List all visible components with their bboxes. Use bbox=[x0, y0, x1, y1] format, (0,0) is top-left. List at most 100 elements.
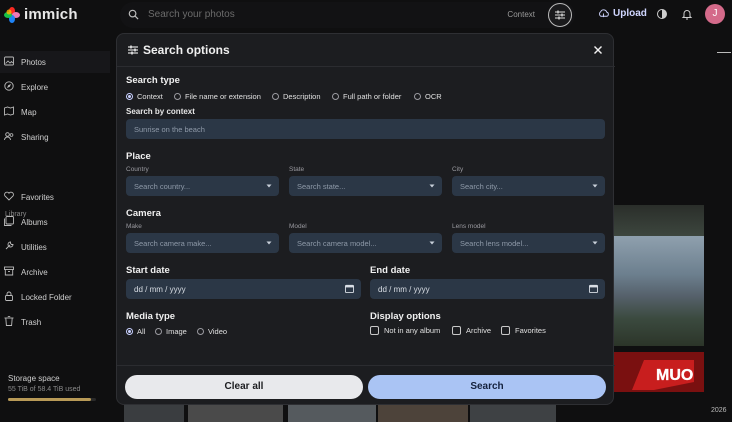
radio-ocr[interactable]: OCR bbox=[414, 92, 442, 101]
archive-icon bbox=[4, 266, 14, 276]
radio-button[interactable] bbox=[155, 328, 162, 335]
radio-media-all[interactable]: All bbox=[126, 327, 145, 336]
app-logo[interactable]: immich bbox=[4, 6, 78, 23]
radio-button[interactable] bbox=[197, 328, 204, 335]
radio-full-path[interactable]: Full path or folder bbox=[332, 92, 401, 101]
radio-button[interactable] bbox=[126, 328, 133, 335]
theme-toggle-icon[interactable] bbox=[656, 8, 668, 20]
radio-label: Image bbox=[166, 327, 187, 336]
bell-icon[interactable] bbox=[681, 8, 693, 20]
country-placeholder: Search country... bbox=[134, 182, 191, 191]
radio-media-image[interactable]: Image bbox=[155, 327, 187, 336]
search-input[interactable]: Search your photos bbox=[148, 9, 235, 20]
state-select[interactable]: Search state... bbox=[289, 176, 442, 196]
place-title: Place bbox=[126, 151, 151, 162]
sidebar-item-label: Explore bbox=[21, 83, 49, 92]
scrollbar-marker[interactable] bbox=[717, 52, 731, 53]
checkbox[interactable] bbox=[452, 326, 461, 335]
photo-bottom-5[interactable] bbox=[470, 405, 556, 422]
calendar-icon[interactable] bbox=[589, 284, 598, 293]
utilities-icon bbox=[5, 241, 14, 250]
state-placeholder: Search state... bbox=[297, 182, 346, 191]
checkbox-archive[interactable]: Archive bbox=[452, 326, 491, 335]
sidebar-item-label: Utilities bbox=[21, 243, 47, 252]
chevron-down-icon bbox=[592, 241, 598, 245]
checkbox[interactable] bbox=[501, 326, 510, 335]
photo-bottom-3[interactable] bbox=[288, 405, 376, 422]
lens-model-placeholder: Search lens model... bbox=[460, 239, 529, 248]
chevron-down-icon bbox=[429, 241, 435, 245]
camera-make-select[interactable]: Search camera make... bbox=[126, 233, 279, 253]
camera-model-select[interactable]: Search camera model... bbox=[289, 233, 442, 253]
start-date-input[interactable]: dd / mm / yyyy bbox=[126, 279, 361, 299]
camera-model-placeholder: Search camera model... bbox=[297, 239, 377, 248]
lens-model-select[interactable]: Search lens model... bbox=[452, 233, 605, 253]
photo-bottom-4[interactable] bbox=[378, 405, 468, 422]
camera-make-placeholder: Search camera make... bbox=[134, 239, 212, 248]
heart-icon bbox=[4, 191, 14, 201]
sidebar-item-locked-folder[interactable]: Locked Folder bbox=[0, 286, 110, 308]
clear-all-button[interactable]: Clear all bbox=[125, 375, 363, 399]
model-label: Model bbox=[289, 223, 307, 230]
checkbox[interactable] bbox=[370, 326, 379, 335]
search-icon[interactable] bbox=[128, 9, 139, 20]
upload-button[interactable]: Upload bbox=[598, 8, 647, 19]
sidebar-item-sharing[interactable]: Sharing bbox=[0, 126, 110, 148]
radio-description[interactable]: Description bbox=[272, 92, 321, 101]
checkbox-not-in-album[interactable]: Not in any album bbox=[370, 326, 440, 335]
photo-muo[interactable]: MUO bbox=[614, 352, 704, 392]
end-date-input[interactable]: dd / mm / yyyy bbox=[370, 279, 605, 299]
top-bar: immich Search your photos Context Upload… bbox=[0, 0, 732, 30]
radio-media-video[interactable]: Video bbox=[197, 327, 227, 336]
sidebar-item-trash[interactable]: Trash bbox=[0, 311, 110, 333]
radio-context[interactable]: Context bbox=[126, 92, 163, 101]
chevron-down-icon bbox=[266, 241, 272, 245]
checkbox-favorites[interactable]: Favorites bbox=[501, 326, 546, 335]
radio-button[interactable] bbox=[414, 93, 421, 100]
radio-button[interactable] bbox=[174, 93, 181, 100]
search-bar[interactable]: Search your photos Context bbox=[120, 2, 575, 28]
photo-lake[interactable] bbox=[614, 236, 704, 346]
country-select[interactable]: Search country... bbox=[126, 176, 279, 196]
upload-icon bbox=[599, 9, 609, 18]
close-icon[interactable] bbox=[593, 45, 603, 55]
svg-text:MUO: MUO bbox=[656, 367, 693, 384]
radio-label: All bbox=[137, 327, 146, 336]
timeline-year[interactable]: 2026 bbox=[711, 407, 727, 414]
sidebar-item-map[interactable]: Map bbox=[0, 101, 110, 123]
sharing-icon bbox=[4, 132, 14, 141]
state-label: State bbox=[289, 166, 305, 173]
storage-title: Storage space bbox=[8, 374, 60, 383]
checkbox-label: Archive bbox=[466, 326, 492, 335]
display-options-title: Display options bbox=[370, 311, 441, 322]
radio-button[interactable] bbox=[272, 93, 279, 100]
radio-button[interactable] bbox=[332, 93, 339, 100]
context-search-input[interactable]: Sunrise on the beach bbox=[126, 119, 605, 139]
search-button[interactable]: Search bbox=[368, 375, 606, 399]
avatar[interactable]: J bbox=[705, 4, 725, 24]
sidebar-item-label: Archive bbox=[21, 268, 48, 277]
map-icon bbox=[4, 106, 14, 116]
photo-bottom-1[interactable] bbox=[124, 405, 184, 422]
radio-button[interactable] bbox=[126, 93, 133, 100]
city-select[interactable]: Search city... bbox=[452, 176, 605, 196]
sidebar-item-photos[interactable]: Photos bbox=[0, 51, 110, 73]
sidebar-item-explore[interactable]: Explore bbox=[0, 76, 110, 98]
search-mode-label[interactable]: Context bbox=[507, 10, 535, 19]
calendar-icon[interactable] bbox=[345, 284, 354, 293]
radio-label: Full path or folder bbox=[343, 92, 402, 101]
sidebar-item-favorites[interactable]: Favorites bbox=[0, 186, 110, 208]
storage-widget[interactable]: Storage space 55 TiB of 58.4 TiB used bbox=[8, 374, 108, 401]
radio-label: Context bbox=[137, 92, 163, 101]
radio-file-name[interactable]: File name or extension bbox=[174, 92, 261, 101]
sidebar-item-albums[interactable]: Albums bbox=[0, 211, 110, 233]
sidebar-item-label: Map bbox=[21, 108, 37, 117]
dialog-title: Search options bbox=[143, 43, 230, 57]
photo-forest[interactable] bbox=[614, 205, 704, 236]
sidebar-item-utilities[interactable]: Utilities bbox=[0, 236, 110, 258]
chevron-down-icon bbox=[429, 184, 435, 188]
sidebar-item-archive[interactable]: Archive bbox=[0, 261, 110, 283]
search-options-button[interactable] bbox=[548, 3, 572, 27]
photo-bottom-2[interactable] bbox=[188, 405, 283, 422]
app-name: immich bbox=[24, 6, 78, 23]
